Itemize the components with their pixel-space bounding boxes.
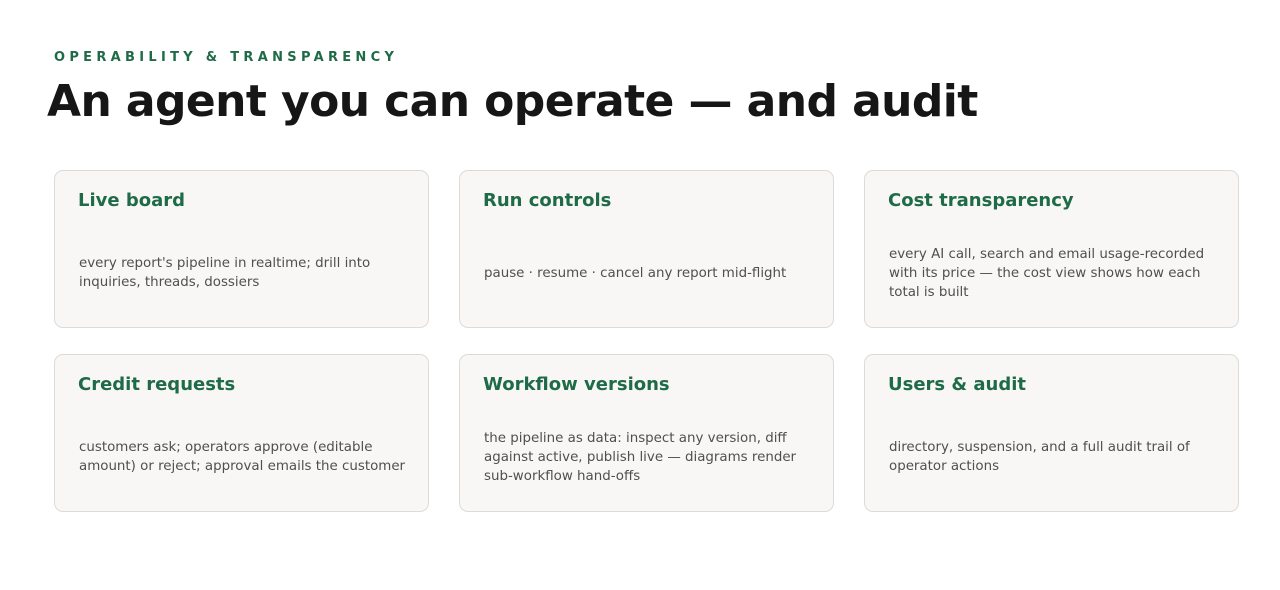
feature-card-title: Credit requests — [78, 374, 236, 395]
feature-card-description: every report's pipeline in realtime; dri… — [79, 229, 406, 317]
feature-card-description-text: every report's pipeline in realtime; dri… — [79, 256, 371, 290]
feature-card-description-text: customers ask; operators approve (editab… — [79, 440, 406, 474]
feature-card-live-board: Live board every report's pipeline in re… — [54, 170, 429, 328]
feature-card-description: every AI call, search and email usage-re… — [889, 229, 1216, 317]
feature-grid: Live board every report's pipeline in re… — [54, 170, 1239, 512]
feature-card-title: Run controls — [483, 190, 612, 211]
feature-card-title: Users & audit — [888, 374, 1026, 395]
feature-card-title: Cost transparency — [888, 190, 1074, 211]
feature-card-users-audit: Users & audit directory, suspension, and… — [864, 354, 1239, 512]
feature-card-description: the pipeline as data: inspect any versio… — [484, 413, 811, 501]
feature-card-cost-transparency: Cost transparency every AI call, search … — [864, 170, 1239, 328]
page-title: An agent you can operate — and audit — [47, 76, 978, 127]
feature-card-description: directory, suspension, and a full audit … — [889, 413, 1216, 501]
feature-card-credit-requests: Credit requests customers ask; operators… — [54, 354, 429, 512]
feature-card-description-text: pause · resume · cancel any report mid-f… — [484, 265, 787, 281]
feature-card-description: pause · resume · cancel any report mid-f… — [484, 229, 811, 317]
feature-card-description: customers ask; operators approve (editab… — [79, 413, 406, 501]
section-eyebrow: OPERABILITY & TRANSPARENCY — [54, 50, 399, 65]
feature-card-description-text: every AI call, search and email usage-re… — [889, 246, 1205, 300]
feature-card-title: Live board — [78, 190, 186, 211]
feature-card-title: Workflow versions — [483, 374, 670, 395]
feature-card-workflow-versions: Workflow versions the pipeline as data: … — [459, 354, 834, 512]
feature-card-description-text: the pipeline as data: inspect any versio… — [484, 430, 797, 484]
feature-card-description-text: directory, suspension, and a full audit … — [889, 440, 1190, 474]
feature-card-run-controls: Run controls pause · resume · cancel any… — [459, 170, 834, 328]
